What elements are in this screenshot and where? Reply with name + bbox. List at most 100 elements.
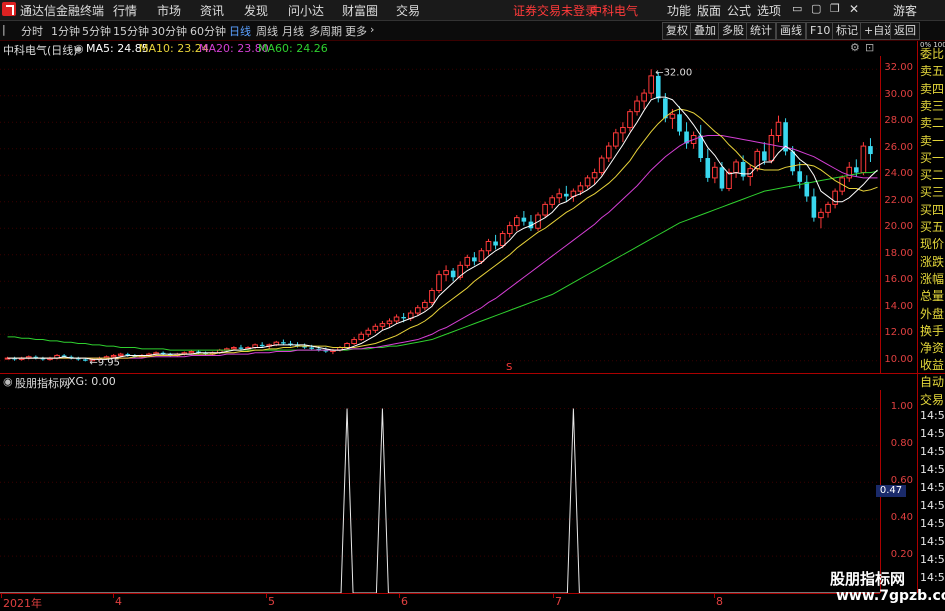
- return-button[interactable]: 返回: [890, 22, 920, 40]
- menu-item-jiaoyi[interactable]: 交易: [396, 2, 420, 19]
- chart-collapse-icon[interactable]: ⊡: [865, 41, 874, 54]
- quote-label: 卖二: [920, 116, 945, 131]
- period-weekly[interactable]: 周线: [256, 23, 278, 39]
- stock-name-header: 中科电气: [590, 4, 639, 18]
- candle-down: [762, 151, 767, 161]
- chart-settings-icon[interactable]: ⚙: [850, 41, 860, 54]
- quote-label: 收益: [920, 358, 945, 373]
- candle-down: [804, 181, 810, 197]
- period-30min[interactable]: 30分钟: [151, 23, 187, 39]
- period-more[interactable]: 更多: [345, 23, 367, 39]
- window-max-icon[interactable]: ▢: [811, 2, 821, 15]
- price-tick: 18.00: [884, 247, 913, 259]
- candle-up: [613, 132, 619, 147]
- menu-item-gongshi[interactable]: 公式: [727, 2, 751, 19]
- menu-item-shichang[interactable]: 市场: [157, 2, 181, 19]
- app-logo-icon: [2, 2, 16, 16]
- menu-item-wenxiaoda[interactable]: 问小达: [288, 2, 324, 19]
- candle-up: [542, 203, 548, 216]
- more-chevron-icon[interactable]: ›: [370, 23, 374, 36]
- indicator-chart[interactable]: [0, 390, 880, 593]
- biaoji-button[interactable]: 标记: [832, 22, 862, 40]
- quote-label: 涨跌: [920, 254, 945, 269]
- window-restore-icon[interactable]: ❐: [830, 2, 840, 15]
- diejia-button[interactable]: 叠加: [690, 22, 720, 40]
- login-status-notice[interactable]: 证券交易未登录: [513, 2, 597, 19]
- fuquan-button[interactable]: 复权: [662, 22, 692, 40]
- time-tick-mark: [1, 594, 2, 598]
- quote-label: 总量: [920, 289, 945, 304]
- time-tick: 7: [555, 595, 562, 608]
- candle-up: [775, 121, 782, 136]
- indicator-settings-icon[interactable]: ◉: [3, 375, 13, 388]
- period-toolbar: | 分时 1分钟 5分钟 15分钟 30分钟 60分钟 日线 周线 月线 多周期…: [0, 21, 945, 41]
- quote-label: 买三: [920, 185, 945, 200]
- watermark-line2: www.7gpzb.com: [836, 588, 945, 604]
- candle-up: [351, 339, 357, 345]
- price-axis: 32.00 30.00 28.00 26.00 24.00 22.00 20.00 18.00…: [880, 56, 917, 374]
- period-15min[interactable]: 15分钟: [113, 23, 149, 39]
- menu-item-banmian[interactable]: 版面: [697, 2, 721, 19]
- period-1min[interactable]: 1分钟: [51, 23, 80, 39]
- candle-up: [726, 172, 732, 189]
- indicator-tick: 0.40: [890, 512, 913, 524]
- candle-up: [825, 203, 831, 213]
- window-min-icon[interactable]: ▭: [792, 2, 802, 15]
- candle-up: [344, 343, 350, 348]
- time-tick: 8: [716, 595, 723, 608]
- candle-up: [641, 92, 647, 102]
- candle-up: [549, 197, 555, 205]
- time-tick-mark: [553, 594, 554, 598]
- trade-row: 14:56: [920, 463, 945, 476]
- quote-label: 买二: [920, 168, 945, 183]
- candle-up: [627, 111, 633, 129]
- quote-side-panel: 委比 卖五 卖四 卖三 卖二 卖一 买一 买二 买三 买四 买五 现价 涨跌 涨幅 总量 外盘 换手 净资 收益 0%…: [917, 41, 945, 593]
- period-multi[interactable]: 多周期: [309, 23, 342, 39]
- quote-label: 涨幅: [920, 271, 945, 286]
- guest-label[interactable]: 游客: [893, 2, 917, 19]
- period-fenshi[interactable]: 分时: [21, 23, 43, 39]
- candle-up: [358, 333, 364, 341]
- candle-up: [669, 113, 676, 119]
- kline-chart[interactable]: ←32.00 ←9.95 S: [0, 56, 880, 374]
- menu-item-gongneng[interactable]: 功能: [667, 2, 691, 19]
- candle-down: [309, 347, 314, 349]
- quote-label: 买一: [920, 150, 945, 165]
- huaxian-button[interactable]: 画线: [776, 22, 806, 40]
- candle-up: [429, 290, 435, 303]
- watermark-line1: 股朋指标网: [830, 570, 906, 588]
- candle-up: [860, 145, 867, 174]
- period-5min[interactable]: 5分钟: [82, 23, 111, 39]
- f10-button[interactable]: F10: [806, 22, 835, 40]
- trade-row: 14:56: [920, 535, 945, 548]
- candle-down: [521, 217, 527, 222]
- menu-item-hangqing[interactable]: 行情: [113, 2, 137, 19]
- toolbar-back-icon[interactable]: |: [2, 23, 6, 36]
- period-monthly[interactable]: 月线: [282, 23, 304, 39]
- candle-down: [705, 158, 711, 178]
- menu-item-zixun[interactable]: 资讯: [200, 2, 224, 19]
- settings-circle-icon[interactable]: ◉: [74, 42, 84, 55]
- period-daily[interactable]: 日线: [229, 23, 251, 39]
- panel-small-header: 0% 1000: [920, 41, 945, 49]
- quote-label: 现价: [920, 237, 945, 252]
- period-60min[interactable]: 60分钟: [190, 23, 226, 39]
- candle-up: [231, 347, 237, 350]
- duogu-button[interactable]: 多股: [718, 22, 748, 40]
- candle-up: [117, 353, 124, 356]
- candle-up: [577, 185, 584, 192]
- trade-row: 14:56: [920, 553, 945, 566]
- price-tick: 16.00: [884, 274, 913, 286]
- candle-up: [386, 320, 393, 325]
- window-close-icon[interactable]: ✕: [849, 2, 859, 16]
- candle-up: [414, 307, 421, 314]
- candle-down: [493, 241, 498, 246]
- menu-item-faxian[interactable]: 发现: [244, 2, 268, 19]
- tongji-button[interactable]: 统计: [746, 22, 776, 40]
- price-tick: 32.00: [884, 62, 913, 74]
- menu-item-xuanxiang[interactable]: 选项: [757, 2, 781, 19]
- ma60-label: MA60: 24.26: [258, 42, 328, 55]
- high-annotation: ←32.00: [655, 67, 692, 78]
- menu-item-caifuquan[interactable]: 财富圈: [342, 2, 378, 19]
- candle-down: [854, 167, 859, 173]
